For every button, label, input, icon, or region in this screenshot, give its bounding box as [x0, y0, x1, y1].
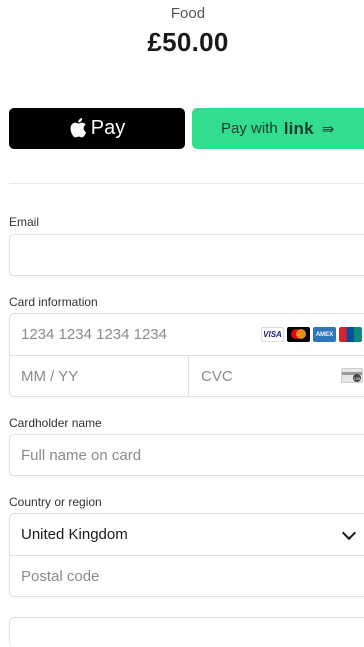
expiry-field[interactable]: MM / YY	[10, 356, 188, 397]
link-logo: link	[283, 118, 314, 138]
card-brands: VISA AMEX	[261, 327, 362, 342]
visa-icon: VISA	[261, 327, 284, 342]
apple-pay-label: Pay	[90, 117, 126, 139]
email-label: Email	[9, 215, 40, 229]
cardholder-name-field[interactable]: Full name on card	[9, 434, 364, 476]
chevron-down-icon	[341, 525, 357, 541]
card-information-label: Card information	[9, 295, 98, 309]
cvc-card-icon: 135	[341, 368, 363, 383]
country-group: United Kingdom Postal code	[9, 513, 364, 597]
cvc-placeholder: CVC	[201, 368, 233, 385]
order-amount: £50.00	[147, 27, 229, 57]
arrow-right-icon: ⇛	[321, 120, 335, 138]
postal-code-placeholder: Postal code	[21, 568, 100, 585]
partial-field-below[interactable]	[9, 617, 364, 647]
link-pay-prefix: Pay with	[221, 120, 278, 137]
mastercard-icon	[287, 327, 310, 342]
card-information-group: 1234 1234 1234 1234 VISA AMEX MM / YY CV…	[9, 313, 364, 397]
expiry-placeholder: MM / YY	[21, 368, 79, 385]
apple-pay-button[interactable]: Pay	[9, 108, 185, 149]
postal-code-field[interactable]: Postal code	[10, 556, 364, 597]
divider	[9, 183, 364, 184]
product-name: Food	[170, 5, 206, 22]
card-number-placeholder: 1234 1234 1234 1234	[21, 326, 167, 343]
link-pay-button[interactable]: Pay with link ⇛	[192, 108, 364, 149]
unionpay-icon	[339, 327, 362, 342]
cvc-field[interactable]: CVC 135	[189, 356, 364, 397]
cardholder-name-label: Cardholder name	[9, 416, 102, 430]
country-value: United Kingdom	[21, 526, 128, 543]
country-select[interactable]: United Kingdom	[10, 514, 364, 555]
cardholder-name-placeholder: Full name on card	[21, 447, 142, 464]
country-label: Country or region	[9, 495, 102, 509]
apple-icon	[70, 117, 86, 137]
card-number-field[interactable]: 1234 1234 1234 1234 VISA AMEX	[10, 314, 364, 355]
amex-icon: AMEX	[313, 327, 336, 342]
email-field[interactable]	[9, 234, 364, 276]
